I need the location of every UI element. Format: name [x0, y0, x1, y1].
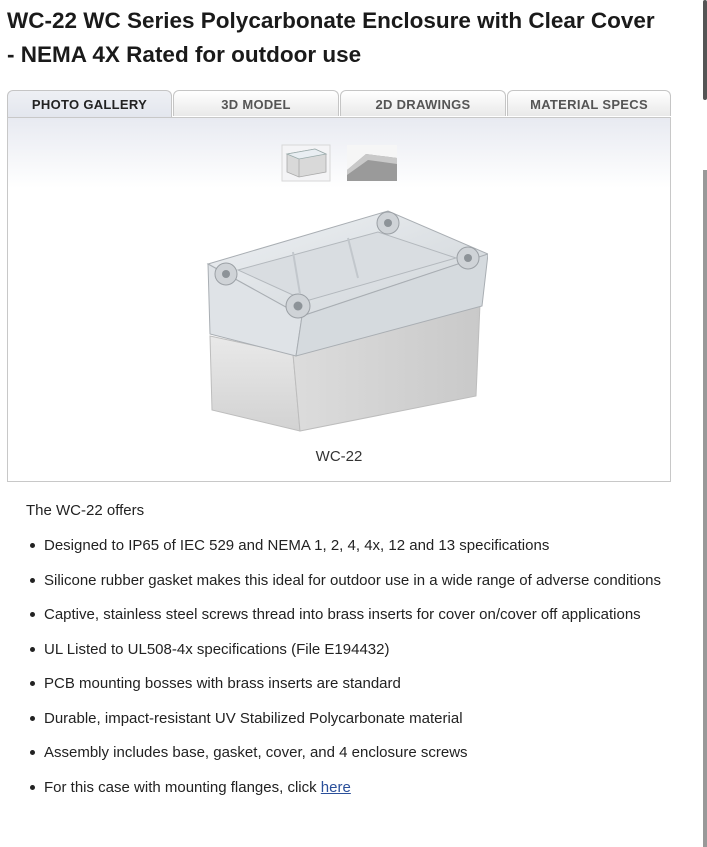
- feature-item: Silicone rubber gasket makes this ideal …: [26, 570, 701, 591]
- feature-item: UL Listed to UL508-4x specifications (Fi…: [26, 639, 701, 660]
- thumbnail-corner-view[interactable]: [346, 144, 397, 182]
- feature-list: Designed to IP65 of IEC 529 and NEMA 1, …: [26, 535, 701, 811]
- feature-item: Captive, stainless steel screws thread i…: [26, 604, 701, 625]
- enclosure-photo: [198, 206, 490, 436]
- feature-item: For this case with mounting flanges, cli…: [26, 777, 701, 798]
- window-edge-lower: [703, 170, 707, 847]
- bullet: [30, 681, 35, 686]
- window-edge: [703, 0, 707, 100]
- feature-item: PCB mounting bosses with brass inserts a…: [26, 673, 701, 694]
- mounting-flanges-link[interactable]: here: [321, 779, 351, 796]
- product-title: WC-22 WC Series Polycarbonate Enclosure …: [7, 8, 655, 67]
- feature-text: For this case with mounting flanges, cli…: [44, 778, 321, 796]
- bullet: [30, 750, 35, 755]
- photo-caption: WC-22: [315, 448, 363, 465]
- tab-bar: PHOTO GALLERY 3D MODEL 2D DRAWINGS MATER…: [7, 90, 671, 118]
- feature-item: Assembly includes base, gasket, cover, a…: [26, 742, 701, 763]
- feature-text: Designed to IP65 of IEC 529 and NEMA 1, …: [44, 537, 550, 554]
- bullet: [30, 784, 35, 790]
- feature-text: UL Listed to UL508-4x specifications (Fi…: [44, 640, 390, 658]
- tab-material-specs[interactable]: MATERIAL SPECS: [507, 90, 671, 116]
- tab-3d-model[interactable]: 3D MODEL: [173, 90, 339, 116]
- feature-item: Designed to IP65 of IEC 529 and NEMA 1, …: [26, 535, 701, 556]
- description-intro: The WC-22 offers: [26, 502, 145, 519]
- bullet: [30, 543, 35, 548]
- feature-text: Silicone rubber gasket makes this ideal …: [44, 571, 662, 589]
- bullet: [30, 715, 35, 721]
- tab-photo-gallery[interactable]: PHOTO GALLERY: [7, 90, 172, 118]
- feature-text: PCB mounting bosses with brass inserts a…: [44, 675, 401, 692]
- bullet: [30, 577, 35, 583]
- bullet: [30, 646, 35, 652]
- photo-gallery-panel: WC-22: [7, 117, 671, 482]
- thumbnail-front-view[interactable]: [281, 144, 331, 182]
- bullet: [30, 612, 35, 617]
- feature-item: Durable, impact-resistant UV Stabilized …: [26, 708, 701, 729]
- feature-text: Assembly includes base, gasket, cover, a…: [44, 744, 468, 761]
- tab-2d-drawings[interactable]: 2D DRAWINGS: [340, 90, 506, 116]
- feature-text: Captive, stainless steel screws thread i…: [44, 606, 641, 623]
- feature-text: Durable, impact-resistant UV Stabilized …: [44, 709, 463, 727]
